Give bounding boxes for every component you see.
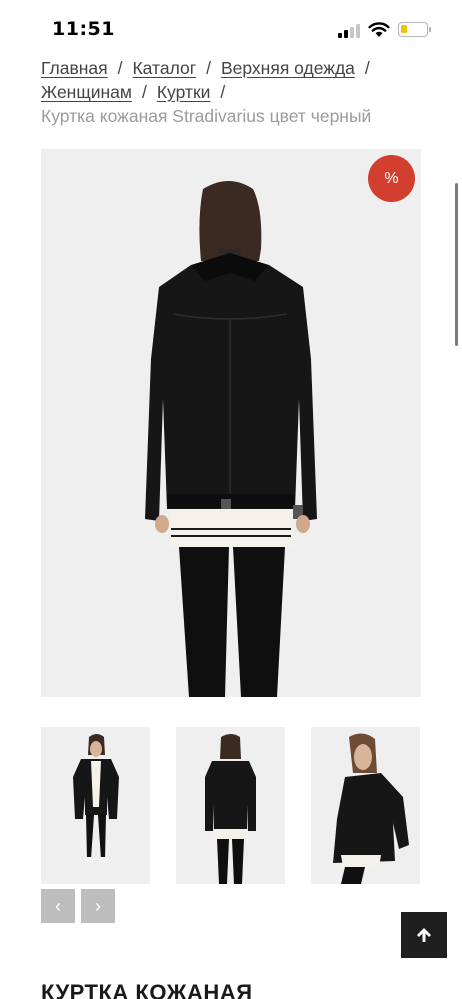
gallery-thumbnail[interactable] [41,727,150,884]
breadcrumb-separator: / [220,82,226,102]
chevron-left-icon: ‹ [55,895,61,916]
gallery-thumbnail[interactable] [311,727,420,884]
breadcrumb-separator: / [117,58,123,78]
breadcrumb-home[interactable]: Главная [41,58,108,78]
breadcrumb-women[interactable]: Женщинам [41,82,132,102]
breadcrumb-separator: / [206,58,211,78]
arrow-up-icon [417,928,431,942]
breadcrumb-current: Куртка кожаная Stradivarius цвет черный [41,106,372,126]
gallery-prev-button[interactable]: ‹ [41,889,75,923]
thumbnail-front-view [73,734,119,863]
battery-cap [429,27,431,32]
gallery-thumbnail[interactable] [176,727,285,884]
breadcrumb-jackets[interactable]: Куртки [157,82,211,102]
breadcrumb: Главная / Каталог / Верхняя одежда / Женщинам /… [41,56,431,128]
chevron-right-icon: › [95,895,101,916]
status-bar: 11:51 [0,0,462,50]
thumbnail-side-view [333,733,409,884]
page-scrollbar[interactable] [455,183,458,346]
sale-badge: % [368,155,415,202]
wifi-icon [368,22,390,37]
breadcrumb-separator: / [364,58,370,78]
scroll-to-top-button[interactable] [401,912,447,958]
breadcrumb-outerwear[interactable]: Верхняя одежда [221,58,355,78]
battery-icon [398,22,428,37]
cellular-signal-icon [338,24,360,38]
status-time: 11:51 [52,18,115,40]
thumbnail-back-view [205,734,256,884]
breadcrumb-separator: / [141,82,147,102]
product-photo-back-view [145,181,317,697]
product-title: КУРТКА КОЖАНАЯ [41,980,253,999]
gallery-next-button[interactable]: › [81,889,115,923]
product-main-image[interactable] [41,149,421,697]
breadcrumb-catalog[interactable]: Каталог [132,58,196,78]
